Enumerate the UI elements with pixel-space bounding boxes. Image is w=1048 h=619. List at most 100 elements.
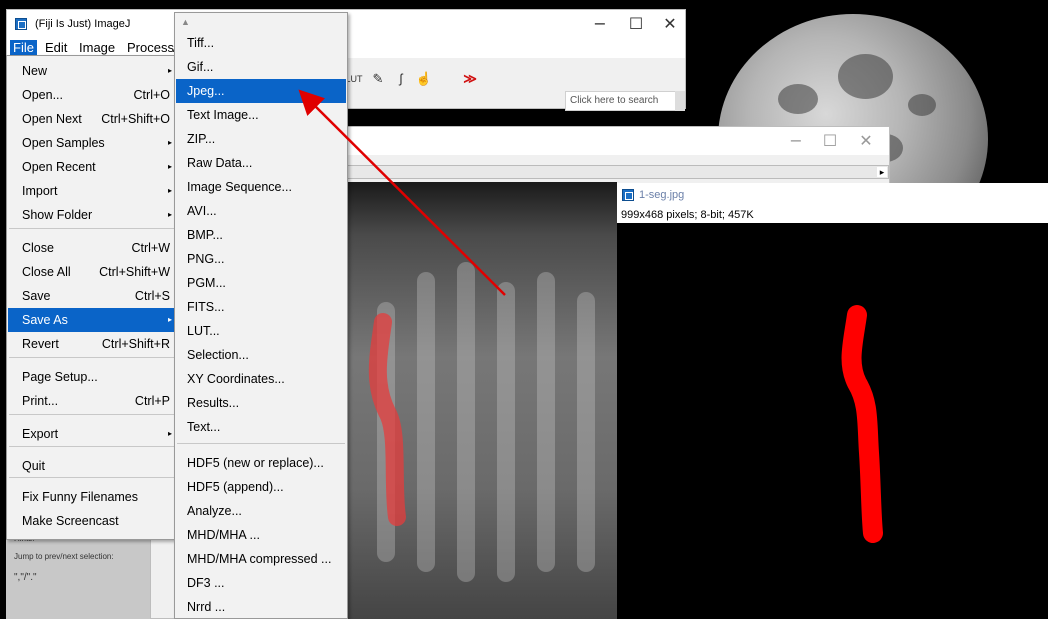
file-menu-item-open[interactable]: Open... Ctrl+O <box>8 83 178 107</box>
menu-item-shortcut: Ctrl+W <box>131 241 170 255</box>
pencil-tool-icon[interactable]: ✎ <box>367 68 389 90</box>
save-as-item-xy-coordinates[interactable]: XY Coordinates... <box>176 367 346 391</box>
save-as-item-raw-data[interactable]: Raw Data... <box>176 151 346 175</box>
file-menu-item-close[interactable]: Close Ctrl+W <box>8 236 178 260</box>
menu-separator <box>9 357 177 358</box>
menu-item-label: Revert <box>22 337 59 351</box>
menu-item-label: Close All <box>22 265 71 279</box>
menu-item-shortcut: Ctrl+O <box>133 88 170 102</box>
brush-tool-icon[interactable]: ʃ <box>390 68 412 90</box>
menu-item-label: Make Screencast <box>22 514 119 528</box>
file-menu-item-show-folder[interactable]: Show Folder ▸ <box>8 203 178 227</box>
save-as-item-analyze[interactable]: Analyze... <box>176 499 346 523</box>
file-menu-item-make-screencast[interactable]: Make Screencast <box>8 509 178 533</box>
minimize-button[interactable]: − <box>585 14 615 33</box>
save-as-item-hdf5-append[interactable]: HDF5 (append)... <box>176 475 346 499</box>
seg-window-title: 1-seg.jpg <box>639 189 685 201</box>
submenu-arrow-icon: ▸ <box>167 186 172 195</box>
seg-image-window: 1-seg.jpg 999x468 pixels; 8-bit; 457K <box>617 183 1048 619</box>
menu-item-label: Open Samples <box>22 136 105 150</box>
file-menu-item-open-samples[interactable]: Open Samples ▸ <box>8 131 178 155</box>
save-as-item-results[interactable]: Results... <box>176 391 346 415</box>
submenu-arrow-icon: ▸ <box>167 429 172 438</box>
submenu-arrow-icon: ▸ <box>167 162 172 171</box>
menu-item-shortcut: Ctrl+Shift+W <box>99 265 170 279</box>
menu-item-label: Show Folder <box>22 208 93 222</box>
file-menu-item-export[interactable]: Export ▸ <box>8 422 178 446</box>
image-maximize-button[interactable]: ☐ <box>815 131 845 150</box>
scroll-up-icon[interactable]: ▲ <box>175 13 347 31</box>
close-button[interactable]: ✕ <box>655 14 685 33</box>
menu-item-label: Quit <box>22 459 45 473</box>
save-as-item-gif[interactable]: Gif... <box>176 55 346 79</box>
save-as-item-text-image[interactable]: Text Image... <box>176 103 346 127</box>
file-menu-item-fix-funny-filenames[interactable]: Fix Funny Filenames <box>8 485 178 509</box>
menu-item-label: Fix Funny Filenames <box>22 490 139 504</box>
submenu-arrow-icon: ▸ <box>167 315 172 324</box>
save-as-item-tiff[interactable]: Tiff... <box>176 31 346 55</box>
menu-item-shortcut: Ctrl+Shift+R <box>101 337 170 351</box>
file-menu-item-print[interactable]: Print... Ctrl+P <box>8 389 178 413</box>
search-input[interactable]: Click here to search <box>565 91 681 111</box>
search-scrollbar[interactable] <box>675 91 685 111</box>
seg-image-canvas[interactable] <box>621 223 1048 619</box>
menu-item-label: Page Setup... <box>22 370 98 384</box>
red-trace-overlay <box>368 313 406 526</box>
file-menu-item-save-as[interactable]: Save As ▸ <box>8 308 178 332</box>
scroll-right-icon[interactable]: ▸ <box>877 167 887 177</box>
menu-separator <box>9 414 177 415</box>
submenu-arrow-icon: ▸ <box>167 66 172 75</box>
menu-item-label: Import <box>22 184 58 198</box>
file-menu-item-import[interactable]: Import ▸ <box>8 179 178 203</box>
save-as-item-image-sequence[interactable]: Image Sequence... <box>176 175 346 199</box>
menu-item-label: Print... <box>22 394 59 408</box>
more-tools-icon[interactable]: ≫ <box>459 68 481 90</box>
maximize-button[interactable]: ☐ <box>621 14 651 33</box>
image-close-button[interactable]: ✕ <box>851 131 881 150</box>
save-as-item-png[interactable]: PNG... <box>176 247 346 271</box>
hints-text: Jump to prev/next selection: <box>14 552 114 561</box>
seg-titlebar[interactable]: 1-seg.jpg <box>617 183 1048 207</box>
file-menu-item-open-next[interactable]: Open Next Ctrl+Shift+O <box>8 107 178 131</box>
save-as-item-pgm[interactable]: PGM... <box>176 271 346 295</box>
submenu-arrow-icon: ▸ <box>167 138 172 147</box>
image-canvas[interactable] <box>347 182 617 619</box>
flood-fill-tool-icon[interactable]: ☝ <box>413 68 435 90</box>
save-as-item-mhd-mha[interactable]: MHD/MHA ... <box>176 523 346 547</box>
save-as-item-mhd-mha-compressed[interactable]: MHD/MHA compressed ... <box>176 547 346 571</box>
file-menu-item-new[interactable]: New ▸ <box>8 59 178 83</box>
segmentation-mask <box>841 305 883 543</box>
save-as-item-jpeg[interactable]: Jpeg... <box>176 79 346 103</box>
image-minimize-button[interactable]: − <box>781 131 811 150</box>
save-as-item-fits[interactable]: FITS... <box>176 295 346 319</box>
save-as-item-df3[interactable]: DF3 ... <box>176 571 346 595</box>
file-menu-item-revert[interactable]: Revert Ctrl+Shift+R <box>8 332 178 356</box>
file-menu-item-open-recent[interactable]: Open Recent ▸ <box>8 155 178 179</box>
menu-item-label: Close <box>22 241 54 255</box>
file-menu-item-close-all[interactable]: Close All Ctrl+Shift+W <box>8 260 178 284</box>
menu-item-label: Save <box>22 289 51 303</box>
save-as-item-zip[interactable]: ZIP... <box>176 127 346 151</box>
save-as-item-hdf5-new-or-replace[interactable]: HDF5 (new or replace)... <box>176 451 346 475</box>
file-menu-item-page-setup[interactable]: Page Setup... <box>8 365 178 389</box>
save-as-item-nrrd[interactable]: Nrrd ... <box>176 595 346 619</box>
save-as-item-bmp[interactable]: BMP... <box>176 223 346 247</box>
window-title: (Fiji Is Just) ImageJ <box>35 18 131 30</box>
menu-item-shortcut: Ctrl+Shift+O <box>101 112 170 126</box>
save-as-item-lut[interactable]: LUT... <box>176 319 346 343</box>
menu-separator <box>177 443 345 444</box>
save-as-item-text[interactable]: Text... <box>176 415 346 439</box>
file-menu-item-save[interactable]: Save Ctrl+S <box>8 284 178 308</box>
fiji-app-icon <box>15 18 27 30</box>
image-scrollbar[interactable]: ▸ <box>347 165 889 179</box>
menu-item-label: Open... <box>22 88 63 102</box>
save-as-item-avi[interactable]: AVI... <box>176 199 346 223</box>
file-menu-dropdown: New ▸ Open... Ctrl+O Open Next Ctrl+Shift+O Op… <box>6 55 180 540</box>
file-menu-item-quit[interactable]: Quit <box>8 454 178 478</box>
seg-app-icon <box>622 189 634 201</box>
menu-item-shortcut: Ctrl+S <box>134 289 170 303</box>
menu-item-label: New <box>22 64 48 78</box>
save-as-item-selection[interactable]: Selection... <box>176 343 346 367</box>
menu-separator <box>9 477 177 478</box>
hints-panel: Hints: Jump to prev/next selection: ","/… <box>6 530 150 619</box>
